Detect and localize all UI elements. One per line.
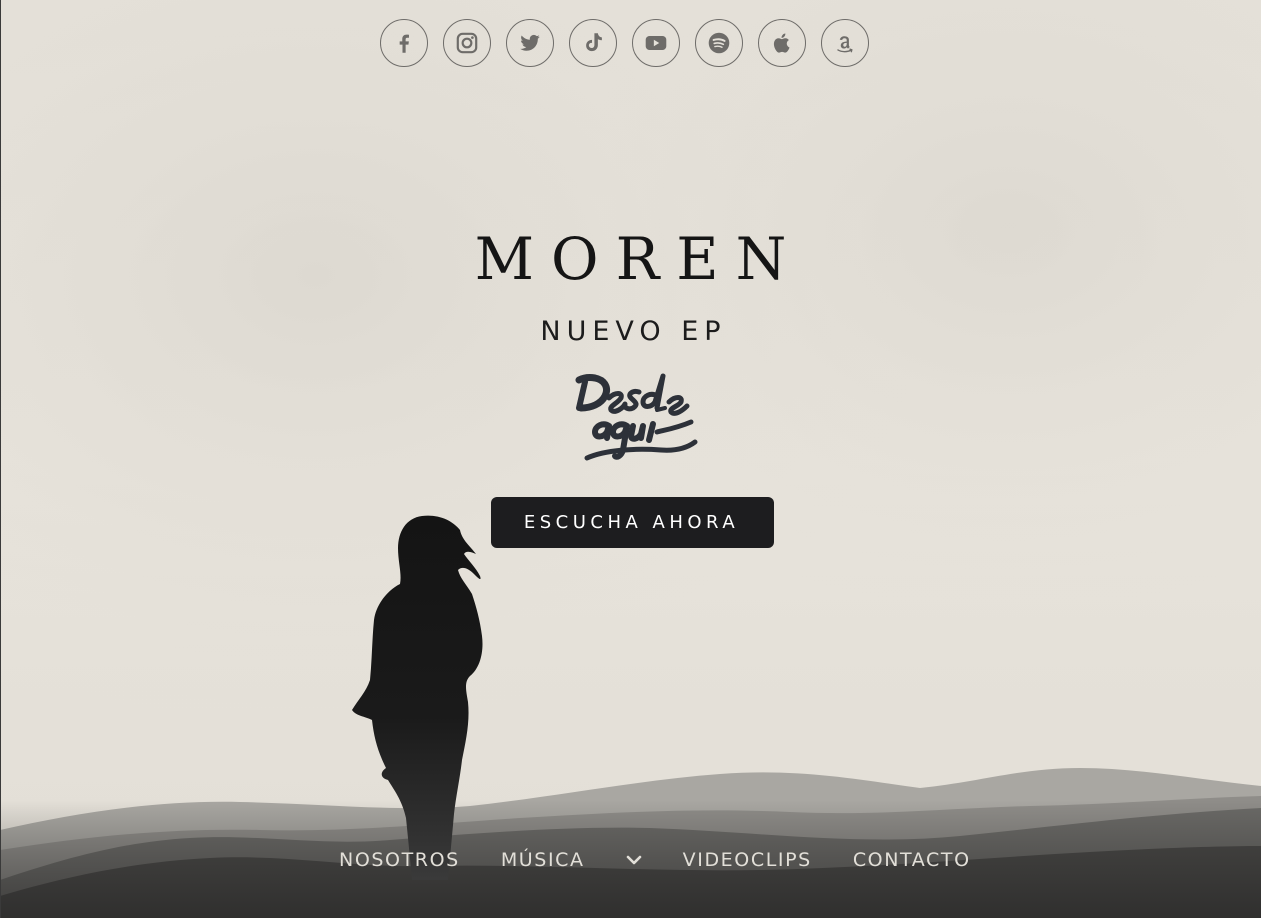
- nav-item-contacto[interactable]: CONTACTO: [853, 842, 971, 878]
- main-navigation: NOSOTROS MÚSICA VIDEOCLIPS CONTACTO: [339, 842, 971, 878]
- chevron-down-icon[interactable]: [625, 851, 643, 869]
- twitter-icon: [517, 30, 543, 56]
- nav-item-musica[interactable]: MÚSICA: [501, 842, 585, 878]
- youtube-link[interactable]: [632, 19, 680, 67]
- nav-item-videoclips[interactable]: VIDEOCLIPS: [683, 842, 812, 878]
- facebook-link[interactable]: [380, 19, 428, 67]
- spotify-icon: [706, 30, 732, 56]
- nav-item-nosotros[interactable]: NOSOTROS: [339, 842, 460, 878]
- listen-now-button[interactable]: ESCUCHA AHORA: [491, 497, 774, 548]
- ep-title-logo: [565, 358, 701, 470]
- band-name-title: MOREN: [474, 225, 804, 293]
- facebook-icon: [391, 30, 417, 56]
- window-left-edge: [0, 0, 1, 918]
- apple-icon: [769, 30, 795, 56]
- instagram-icon: [454, 30, 480, 56]
- tiktok-icon: [580, 30, 606, 56]
- social-links-bar: [380, 19, 885, 69]
- twitter-link[interactable]: [506, 19, 554, 67]
- amazon-icon: [832, 30, 858, 56]
- apple-music-link[interactable]: [758, 19, 806, 67]
- instagram-link[interactable]: [443, 19, 491, 67]
- tiktok-link[interactable]: [569, 19, 617, 67]
- spotify-link[interactable]: [695, 19, 743, 67]
- youtube-icon: [643, 30, 669, 56]
- amazon-music-link[interactable]: [821, 19, 869, 67]
- release-subtitle: NUEVO EP: [540, 316, 727, 347]
